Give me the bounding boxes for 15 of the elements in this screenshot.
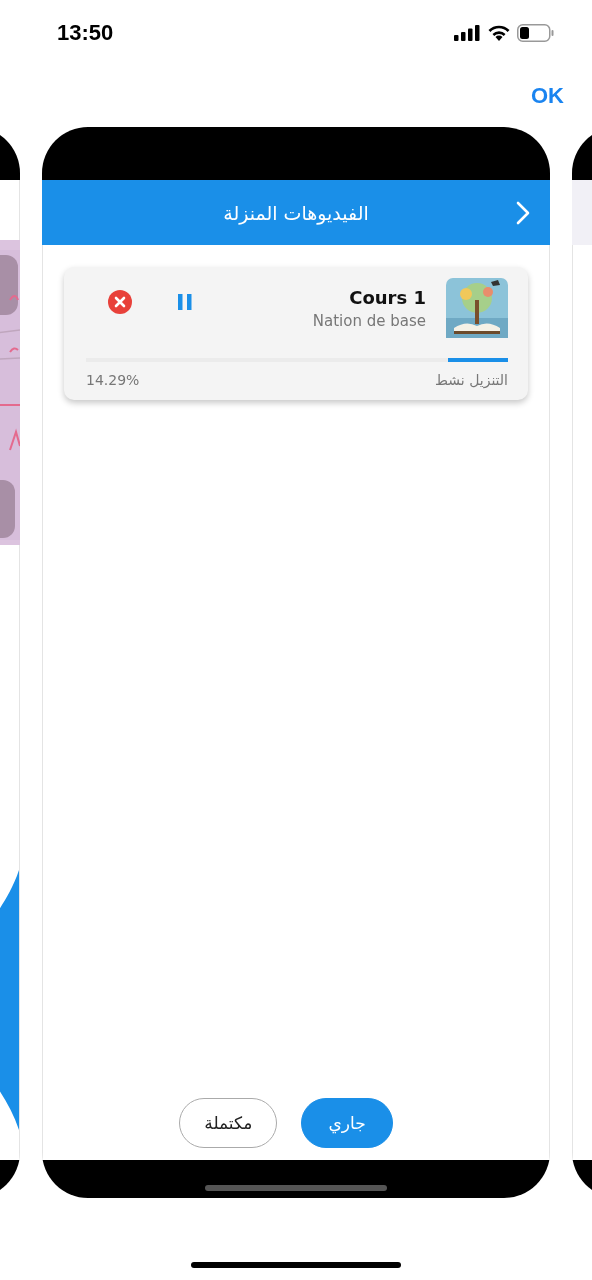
battery-icon [517,23,554,42]
wifi-icon [487,24,511,41]
video-title: Cours 1 [349,286,426,308]
ok-button[interactable]: OK [531,83,564,109]
signal-icon [454,24,481,41]
cancel-icon[interactable] [108,290,132,314]
progress-percent: 14.29% [86,372,140,388]
video-subtitle: Nation de base [312,311,426,330]
tab[interactable]: جاري [301,1098,393,1148]
status-time: 13:50 [57,19,114,46]
screen-title: الفيديوهات المنزلة [223,201,369,224]
chevron-icon[interactable] [516,201,530,225]
tab[interactable]: مكتملة [179,1098,278,1148]
pause-icon[interactable] [177,293,193,311]
download-status: التنزيل نشط [435,372,508,388]
